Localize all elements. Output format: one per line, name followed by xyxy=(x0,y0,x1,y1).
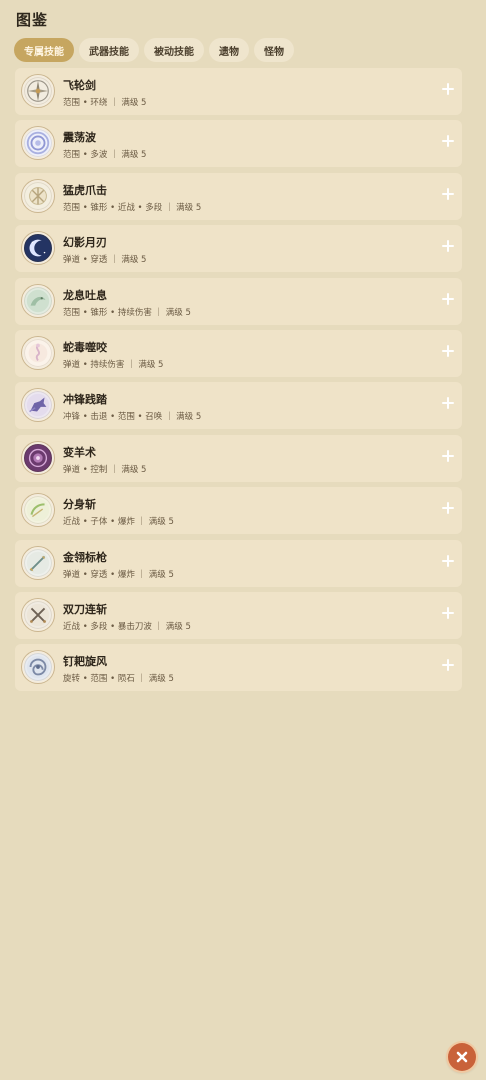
plus-icon[interactable] xyxy=(441,187,455,201)
skill-card[interactable]: 龙息吐息 范围 • 锥形 • 持续伤害 ｜ 满级 5 xyxy=(15,277,462,325)
skill-card[interactable]: 幻影月刃 弹道 • 穿透 ｜ 满级 5 xyxy=(15,225,462,273)
moon-blade-icon xyxy=(22,232,54,265)
skill-card[interactable]: 蛇毒噬咬 弹道 • 持续伤害 ｜ 满级 5 xyxy=(15,329,462,377)
flywheel-sword-icon xyxy=(22,75,54,107)
plus-icon[interactable] xyxy=(441,449,455,463)
skill-tags: 范围 • 环绕 ｜ 满级 5 xyxy=(63,98,147,108)
plus-icon[interactable] xyxy=(441,501,455,515)
plus-icon[interactable] xyxy=(441,134,455,148)
clone-slash-icon xyxy=(22,494,54,527)
shockwave-icon xyxy=(22,127,54,160)
skill-name: 金翎标枪 xyxy=(63,550,107,564)
skill-tags: 弹道 • 控制 ｜ 满级 5 xyxy=(63,464,147,475)
skill-name: 猛虎爪击 xyxy=(63,183,107,197)
skill-tags: 近战 • 子体 • 爆炸 ｜ 满级 5 xyxy=(63,517,174,528)
dual-blade-icon xyxy=(22,598,54,631)
skill-name: 飞轮剑 xyxy=(63,79,96,92)
skill-card[interactable]: 猛虎爪击 范围 • 锥形 • 近战 • 多段 ｜ 满级 5 xyxy=(15,172,462,220)
skill-tags: 冲锋 • 击退 • 范围 • 召唤 ｜ 满级 5 xyxy=(63,412,202,423)
tiger-claw-icon xyxy=(22,179,54,212)
plus-icon[interactable] xyxy=(441,658,455,672)
skill-name: 冲锋践踏 xyxy=(63,393,107,407)
skill-tags: 弹道 • 穿透 • 爆炸 ｜ 满级 5 xyxy=(63,569,174,580)
plus-icon[interactable] xyxy=(441,292,455,306)
plus-icon[interactable] xyxy=(441,554,455,568)
skill-tags: 范围 • 锥形 • 持续伤害 ｜ 满级 5 xyxy=(63,307,191,318)
tab-bar: 专属技能 武器技能 被动技能 遗物 怪物 xyxy=(14,38,294,62)
plus-icon[interactable] xyxy=(441,396,455,410)
skill-name: 变羊术 xyxy=(63,445,96,459)
skill-tags: 范围 • 多波 ｜ 满级 5 xyxy=(63,150,147,161)
skill-card[interactable]: 钉耙旋风 旋转 • 范围 • 陨石 ｜ 满级 5 xyxy=(15,644,462,692)
tab-monsters[interactable]: 怪物 xyxy=(254,38,294,62)
skill-name: 分身斩 xyxy=(63,498,96,512)
skill-card[interactable]: 分身斩 近战 • 子体 • 爆炸 ｜ 满级 5 xyxy=(15,487,462,535)
tab-exclusive-skills[interactable]: 专属技能 xyxy=(14,38,74,62)
skill-tags: 弹道 • 穿透 ｜ 满级 5 xyxy=(63,255,147,266)
golden-javelin-icon xyxy=(22,546,54,579)
tab-passive-skills[interactable]: 被动技能 xyxy=(144,38,204,62)
snake-bite-icon xyxy=(22,336,54,369)
skill-card[interactable]: 金翎标枪 弹道 • 穿透 • 爆炸 ｜ 满级 5 xyxy=(15,539,462,587)
skill-tags: 弹道 • 持续伤害 ｜ 满级 5 xyxy=(63,359,164,370)
plus-icon[interactable] xyxy=(441,239,455,253)
tab-relics[interactable]: 遗物 xyxy=(209,38,249,62)
plus-icon[interactable] xyxy=(441,344,455,358)
skill-card[interactable]: 震荡波 范围 • 多波 ｜ 满级 5 xyxy=(15,120,462,168)
close-icon xyxy=(456,1051,468,1063)
dragon-breath-icon xyxy=(22,284,54,317)
tab-weapon-skills[interactable]: 武器技能 xyxy=(79,38,139,62)
skill-card[interactable]: 变羊术 弹道 • 控制 ｜ 满级 5 xyxy=(15,434,462,482)
rake-whirlwind-icon xyxy=(22,651,54,684)
skill-card[interactable]: 飞轮剑 范围 • 环绕 ｜ 满级 5 xyxy=(15,68,462,115)
skill-tags: 旋转 • 范围 • 陨石 ｜ 满级 5 xyxy=(63,674,174,685)
plus-icon[interactable] xyxy=(441,82,455,96)
skill-name: 蛇毒噬咬 xyxy=(63,340,107,354)
page-title: 图鉴 xyxy=(16,11,49,29)
skill-name: 幻影月刃 xyxy=(63,236,107,250)
skill-list: 飞轮剑 范围 • 环绕 ｜ 满级 5 震荡波 范围 • 多波 ｜ 满级 5 猛虎… xyxy=(15,68,462,697)
close-button[interactable] xyxy=(448,1043,476,1071)
skill-tags: 近战 • 多段 • 暴击刀波 ｜ 满级 5 xyxy=(63,621,191,632)
skill-name: 龙息吐息 xyxy=(63,288,107,302)
skill-name: 钉耙旋风 xyxy=(63,655,107,669)
skill-name: 双刀连斩 xyxy=(63,602,107,616)
polymorph-icon xyxy=(22,441,54,474)
charge-trample-icon xyxy=(22,389,54,422)
skill-card[interactable]: 双刀连斩 近战 • 多段 • 暴击刀波 ｜ 满级 5 xyxy=(15,591,462,639)
skill-tags: 范围 • 锥形 • 近战 • 多段 ｜ 满级 5 xyxy=(63,202,202,213)
plus-icon[interactable] xyxy=(441,606,455,620)
skill-card[interactable]: 冲锋践踏 冲锋 • 击退 • 范围 • 召唤 ｜ 满级 5 xyxy=(15,382,462,430)
skill-name: 震荡波 xyxy=(63,131,96,145)
